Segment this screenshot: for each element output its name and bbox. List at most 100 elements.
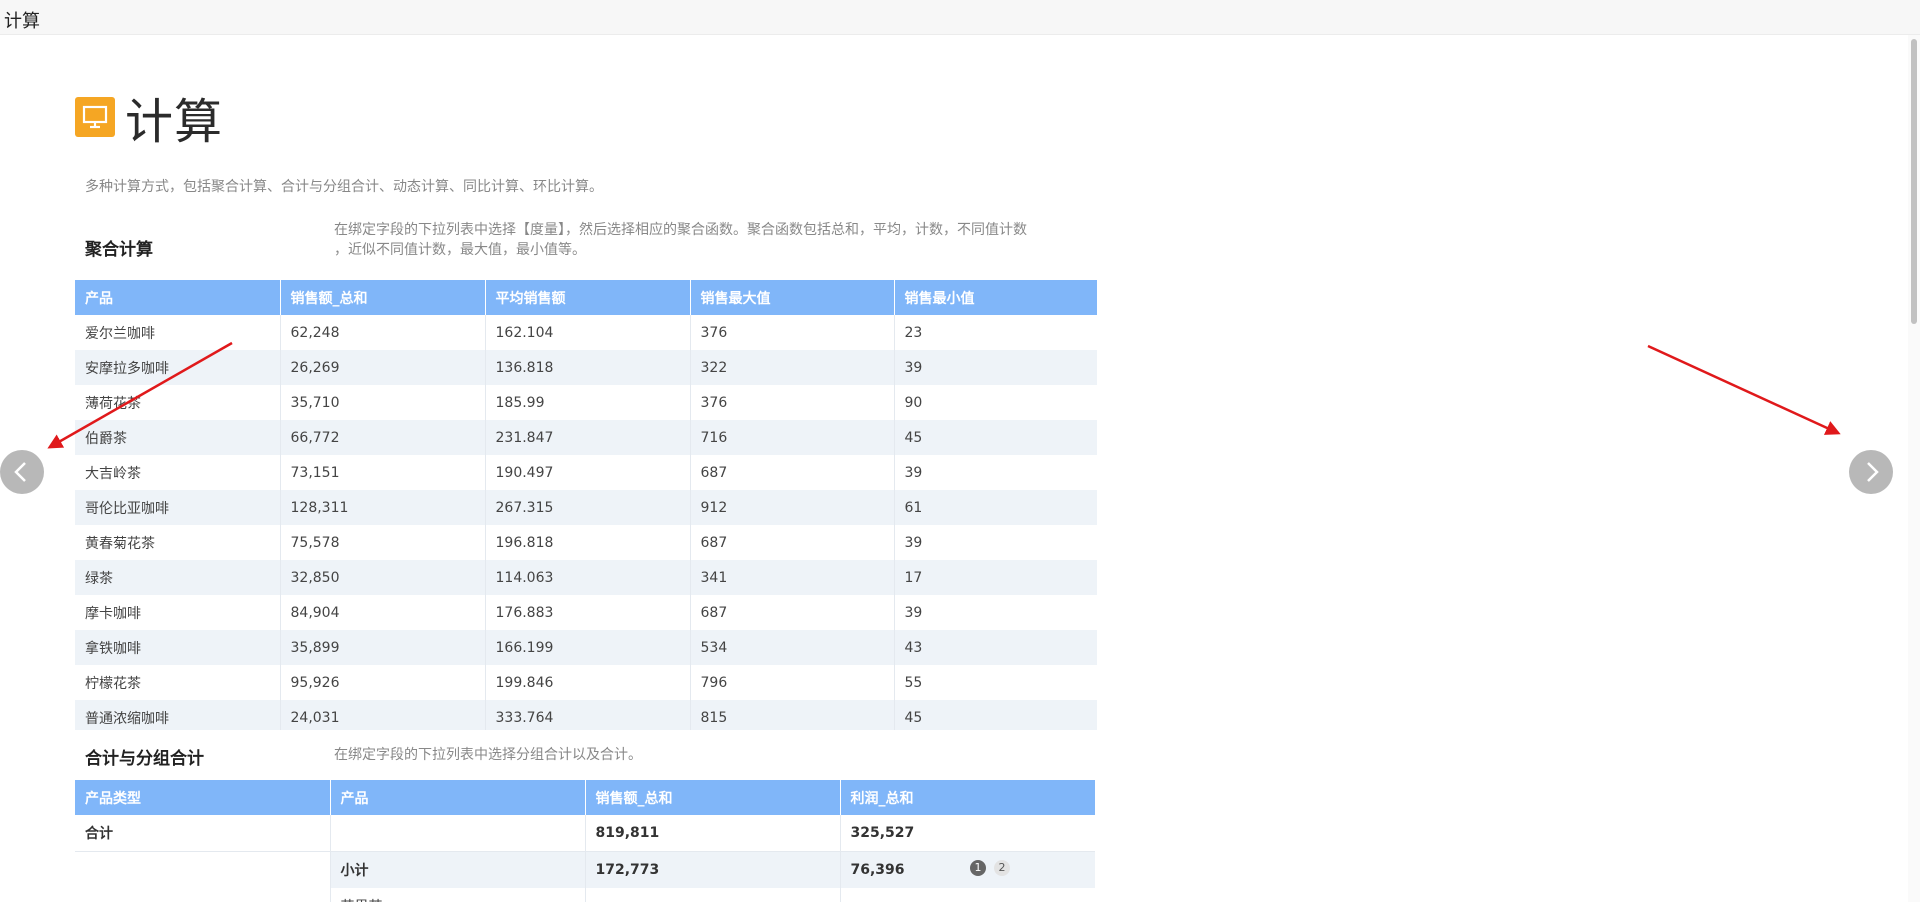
column-header[interactable]: 产品 <box>75 280 281 315</box>
table-cell <box>840 888 1095 902</box>
table-cell: 39 <box>894 455 1097 490</box>
table-cell: 267.315 <box>485 490 691 525</box>
page-title: 计算 <box>125 94 224 150</box>
table-cell: 23 <box>894 315 1097 350</box>
table-cell: 薄荷花茶 <box>75 385 281 420</box>
column-header[interactable]: 销售额_总和 <box>280 280 486 315</box>
table-cell: 796 <box>690 665 895 700</box>
table-cell: 190.497 <box>485 455 691 490</box>
table-row: 花果茶 <box>75 888 1095 902</box>
table-cell: 819,811 <box>585 815 841 852</box>
table-cell: 26,269 <box>280 350 486 385</box>
table-cell: 162.104 <box>485 315 691 350</box>
table-cell: 376 <box>690 315 895 350</box>
section-aggregate-desc-line2: ，近似不同值计数，最大值，最小值等。 <box>334 242 586 258</box>
chevron-right-icon <box>1867 462 1879 482</box>
vertical-scrollbar[interactable] <box>1908 35 1920 902</box>
table-cell: 231.847 <box>485 420 691 455</box>
table-cell: 95,926 <box>280 665 486 700</box>
table-cell: 摩卡咖啡 <box>75 595 281 630</box>
table-row: 普通浓缩咖啡 24,031 333.764 815 45 <box>75 700 1097 730</box>
subtotal-row: 小计 172,773 76,396 <box>75 851 1095 888</box>
table-cell: 73,151 <box>280 455 486 490</box>
table-cell: 114.063 <box>485 560 691 595</box>
table-row: 安摩拉多咖啡 26,269 136.818 322 39 <box>75 350 1097 385</box>
aggregate-table-viewport[interactable]: 产品 销售额_总和 平均销售额 销售最大值 销售最小值 爱尔兰咖啡 62,248 1… <box>75 280 1097 730</box>
table-cell: 伯爵茶 <box>75 420 281 455</box>
next-slide-button[interactable] <box>1849 450 1893 494</box>
table-cell: 柠檬花茶 <box>75 665 281 700</box>
table-cell: 35,899 <box>280 630 486 665</box>
column-header[interactable]: 产品类型 <box>75 780 331 815</box>
window-titlebar: 计算 <box>0 0 1920 35</box>
column-header[interactable]: 利润_总和 <box>840 780 1095 815</box>
totals-table-viewport[interactable]: 产品类型 产品 销售额_总和 利润_总和 合计 819,811 325,527 … <box>75 780 1095 902</box>
table-cell: 199.846 <box>485 665 691 700</box>
table-cell: 大吉岭茶 <box>75 455 281 490</box>
table-cell: 185.99 <box>485 385 691 420</box>
monitor-icon <box>75 97 115 137</box>
table-cell: 687 <box>690 595 895 630</box>
table-cell <box>585 888 841 902</box>
table-cell: 75,578 <box>280 525 486 560</box>
table-cell: 24,031 <box>280 700 486 730</box>
section-aggregate-title: 聚合计算 <box>85 240 153 260</box>
table-cell: 166.199 <box>485 630 691 665</box>
table-cell: 76,396 <box>840 851 1095 888</box>
table-cell: 小计 <box>330 851 586 888</box>
table-cell: 45 <box>894 420 1097 455</box>
table-row: 绿茶 32,850 114.063 341 17 <box>75 560 1097 595</box>
table-cell: 55 <box>894 665 1097 700</box>
table-cell: 687 <box>690 525 895 560</box>
table-cell: 拿铁咖啡 <box>75 630 281 665</box>
table-row: 拿铁咖啡 35,899 166.199 534 43 <box>75 630 1097 665</box>
table-cell: 花果茶 <box>330 888 586 902</box>
table-cell: 341 <box>690 560 895 595</box>
table-cell: 534 <box>690 630 895 665</box>
table-row: 黄春菊花茶 75,578 196.818 687 39 <box>75 525 1097 560</box>
table-cell: 45 <box>894 700 1097 730</box>
chevron-left-icon <box>14 462 26 482</box>
table-row: 柠檬花茶 95,926 199.846 796 55 <box>75 665 1097 700</box>
previous-slide-button[interactable] <box>0 450 44 494</box>
column-header[interactable]: 销售最小值 <box>894 280 1097 315</box>
table-cell: 176.883 <box>485 595 691 630</box>
column-header[interactable]: 平均销售额 <box>485 280 691 315</box>
table-row: 伯爵茶 66,772 231.847 716 45 <box>75 420 1097 455</box>
table-cell: 687 <box>690 455 895 490</box>
aggregate-table: 产品 销售额_总和 平均销售额 销售最大值 销售最小值 爱尔兰咖啡 62,248 1… <box>75 280 1097 730</box>
page-header: 计算 <box>75 88 223 150</box>
table-row: 摩卡咖啡 84,904 176.883 687 39 <box>75 595 1097 630</box>
table-cell: 39 <box>894 595 1097 630</box>
column-header[interactable]: 销售额_总和 <box>585 780 841 815</box>
table-cell: 哥伦比亚咖啡 <box>75 490 281 525</box>
table-cell: 32,850 <box>280 560 486 595</box>
table-cell: 39 <box>894 525 1097 560</box>
table-cell: 912 <box>690 490 895 525</box>
table-header-row: 产品类型 产品 销售额_总和 利润_总和 <box>75 780 1095 815</box>
column-header[interactable]: 产品 <box>330 780 586 815</box>
column-header[interactable]: 销售最大值 <box>690 280 895 315</box>
table-cell: 815 <box>690 700 895 730</box>
table-cell: 90 <box>894 385 1097 420</box>
table-cell: 35,710 <box>280 385 486 420</box>
table-cell: 绿茶 <box>75 560 281 595</box>
scrollbar-thumb[interactable] <box>1911 39 1917 324</box>
table-row: 爱尔兰咖啡 62,248 162.104 376 23 <box>75 315 1097 350</box>
table-cell: 196.818 <box>485 525 691 560</box>
table-cell: 376 <box>690 385 895 420</box>
table-cell <box>75 888 331 902</box>
total-row: 合计 819,811 325,527 <box>75 815 1095 852</box>
table-cell: 39 <box>894 350 1097 385</box>
table-cell: 合计 <box>75 815 331 852</box>
table-cell: 66,772 <box>280 420 486 455</box>
pager-page-1[interactable]: 1 <box>970 860 986 876</box>
table-row: 哥伦比亚咖啡 128,311 267.315 912 61 <box>75 490 1097 525</box>
page-description: 多种计算方式，包括聚合计算、合计与分组合计、动态计算、同比计算、环比计算。 <box>85 179 603 195</box>
pager-page-2[interactable]: 2 <box>994 860 1010 876</box>
table-cell: 17 <box>894 560 1097 595</box>
table-row: 薄荷花茶 35,710 185.99 376 90 <box>75 385 1097 420</box>
table-cell: 84,904 <box>280 595 486 630</box>
table-cell <box>75 851 331 888</box>
table-cell: 325,527 <box>840 815 1095 852</box>
